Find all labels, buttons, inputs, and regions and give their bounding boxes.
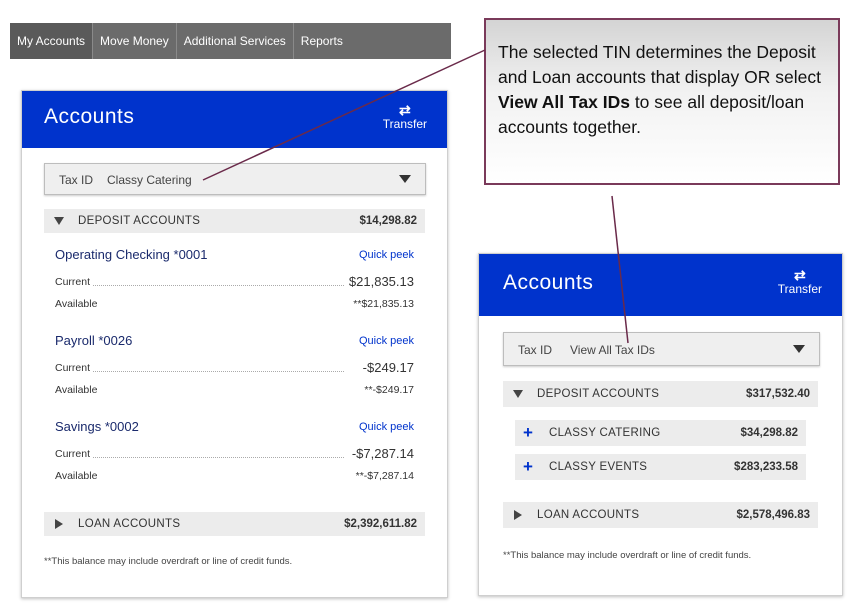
available-balance: **-$7,287.14 — [352, 470, 414, 482]
available-balance: **$21,835.13 — [350, 298, 414, 310]
callout-connectors — [202, 49, 629, 344]
available-label: Available — [55, 384, 101, 396]
current-label: Current — [55, 276, 94, 288]
available-label: Available — [55, 298, 101, 310]
connector-line-left — [202, 49, 486, 181]
current-label: Current — [55, 362, 94, 374]
available-label: Available — [55, 470, 101, 482]
current-balance: -$7,287.14 — [348, 446, 414, 461]
current-label: Current — [55, 448, 94, 460]
current-balance: -$249.17 — [359, 360, 414, 375]
connector-line-right — [611, 195, 629, 344]
available-balance: **-$249.17 — [361, 384, 414, 396]
current-balance: $21,835.13 — [345, 274, 414, 289]
